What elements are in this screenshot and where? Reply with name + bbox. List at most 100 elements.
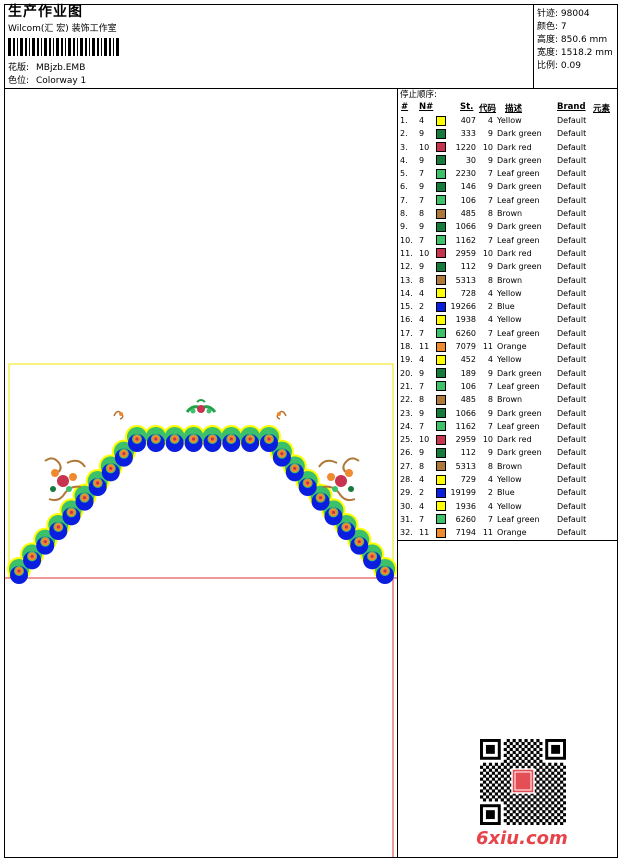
row-needle: 7 — [419, 235, 425, 245]
row-swatch — [436, 287, 450, 300]
row-description: Orange — [497, 342, 527, 352]
color-swatch — [436, 501, 446, 512]
right-small-motif — [276, 410, 287, 420]
col-header-element: 元素 — [593, 104, 611, 114]
table-row: 14. 4 728 4 Yellow Default — [400, 287, 617, 300]
scallop — [318, 496, 323, 500]
stat-value: 7 — [560, 22, 567, 32]
row-stitches: 1220 — [455, 142, 476, 152]
table-row: 28. 4 729 4 Yellow Default — [400, 473, 617, 486]
row-stitches: 1938 — [455, 315, 476, 325]
row-stitches: 728 — [460, 288, 476, 298]
scallop — [82, 496, 87, 500]
row-needle: 8 — [419, 275, 425, 285]
row-index: 7. — [400, 195, 408, 205]
row-needle: 4 — [419, 475, 425, 485]
row-brand: Default — [557, 275, 587, 285]
color-swatch — [436, 248, 446, 259]
row-needle: 9 — [419, 262, 425, 272]
row-code: 9 — [487, 368, 493, 378]
table-row: 26. 9 112 9 Dark green Default — [400, 446, 617, 459]
design-stats: 针迹: 98004 颜色: 7 高度: 850.6 mm 宽度: 1518.2 … — [537, 6, 613, 71]
row-brand: Default — [557, 528, 587, 538]
row-index: 29. — [400, 488, 413, 498]
row-brand: Default — [557, 195, 587, 205]
scallop — [293, 466, 297, 470]
row-swatch — [436, 513, 450, 526]
top-center-motif — [185, 399, 217, 414]
row-description: Dark green — [497, 448, 542, 458]
row-stitches: 6260 — [455, 328, 476, 338]
row-brand: Default — [557, 342, 587, 352]
col-header-code: 代码 — [479, 104, 497, 114]
row-code: 7 — [487, 195, 493, 205]
table-row: 5. 7 2230 7 Leaf green Default — [400, 167, 617, 180]
stat-label: 针迹: — [537, 9, 559, 19]
table-row: 24. 7 1162 7 Leaf green Default — [400, 420, 617, 433]
row-swatch — [436, 526, 450, 539]
row-index: 26. — [400, 448, 413, 458]
row-description: Yellow — [497, 315, 522, 325]
row-index: 24. — [400, 421, 413, 431]
row-needle: 7 — [419, 195, 425, 205]
table-row: 30. 4 1936 4 Yellow Default — [400, 500, 617, 513]
row-description: Dark green — [497, 222, 542, 232]
row-stitches: 452 — [460, 355, 476, 365]
color-swatch — [436, 301, 446, 312]
table-row: 2. 9 333 9 Dark green Default — [400, 127, 617, 140]
row-stitches: 1162 — [455, 421, 476, 431]
table-row: 19. 4 452 4 Yellow Default — [400, 353, 617, 366]
embroidery-arch — [7, 425, 397, 584]
row-code: 9 — [487, 262, 493, 272]
col-header-needle: N# — [419, 102, 434, 112]
row-code: 7 — [487, 169, 493, 179]
table-row: 7. 7 106 7 Leaf green Default — [400, 194, 617, 207]
row-code: 9 — [487, 448, 493, 458]
row-needle: 4 — [419, 355, 425, 365]
color-swatch — [436, 434, 446, 445]
table-row: 15. 2 19266 2 Blue Default — [400, 300, 617, 313]
row-swatch — [436, 340, 450, 353]
row-stitches: 112 — [460, 448, 476, 458]
table-row: 6. 9 146 9 Dark green Default — [400, 180, 617, 193]
color-swatch — [436, 381, 446, 392]
row-brand: Default — [557, 475, 587, 485]
stat-value: 0.09 — [560, 61, 581, 71]
scallop — [370, 554, 374, 558]
row-description: Dark red — [497, 142, 532, 152]
row-brand: Default — [557, 501, 587, 511]
row-stitches: 2959 — [455, 435, 476, 445]
row-brand: Default — [557, 315, 587, 325]
row-index: 12. — [400, 262, 413, 272]
row-stitches: 30 — [465, 155, 476, 165]
row-code: 8 — [487, 461, 493, 471]
row-stitches: 19266 — [450, 302, 476, 312]
row-needle: 4 — [419, 116, 425, 125]
table-row: 11. 10 2959 10 Dark red Default — [400, 247, 617, 260]
row-code: 11 — [482, 528, 493, 538]
row-brand: Default — [557, 395, 587, 405]
table-row: 22. 8 485 8 Brown Default — [400, 393, 617, 406]
row-stitches: 6260 — [455, 514, 476, 524]
table-row: 16. 4 1938 4 Yellow Default — [400, 313, 617, 326]
row-needle: 9 — [419, 182, 425, 192]
color-swatch — [436, 461, 446, 472]
row-swatch — [436, 473, 450, 486]
color-swatch — [436, 421, 446, 432]
color-swatch — [436, 394, 446, 405]
row-description: Leaf green — [497, 514, 540, 524]
row-code: 7 — [487, 381, 493, 391]
table-row: 31. 7 6260 7 Leaf green Default — [400, 513, 617, 526]
row-description: Dark green — [497, 368, 542, 378]
row-index: 28. — [400, 475, 413, 485]
scallop — [357, 540, 361, 544]
row-swatch — [436, 353, 450, 366]
row-needle: 11 — [419, 342, 430, 352]
row-stitches: 112 — [460, 262, 476, 272]
row-description: Dark green — [497, 129, 542, 139]
stat-row: 针迹: 98004 — [537, 6, 613, 19]
row-stitches: 485 — [460, 209, 476, 219]
scallop — [210, 437, 215, 441]
row-needle: 7 — [419, 421, 425, 431]
row-swatch — [436, 220, 450, 233]
